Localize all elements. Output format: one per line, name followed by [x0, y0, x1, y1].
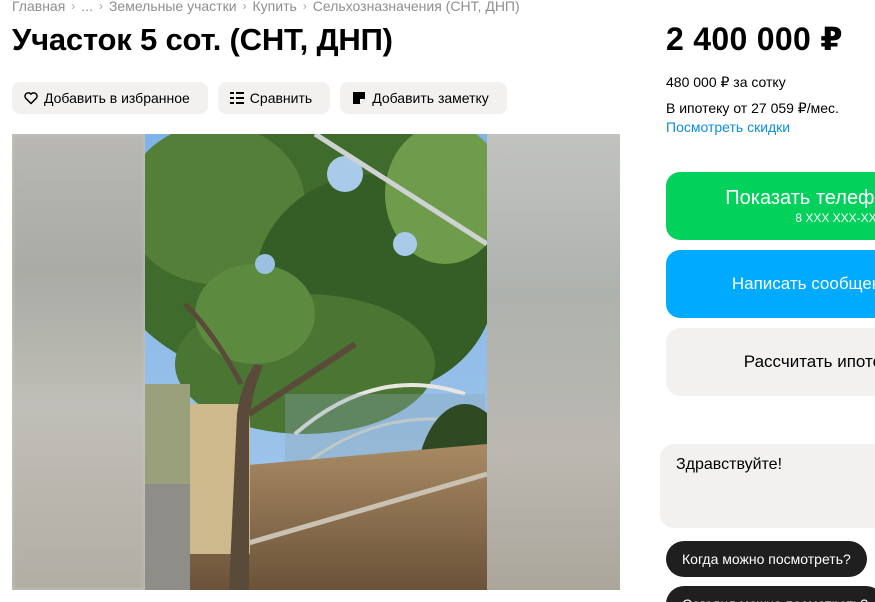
compare-icon — [229, 91, 244, 105]
breadcrumb-item-buy[interactable]: Купить — [253, 0, 297, 14]
phone-masked: 8 XXX XXX-XX-XX — [795, 211, 875, 225]
price: 2 400 000 ₽ — [666, 21, 843, 57]
price-per-unit: 480 000 ₽ за сотку — [666, 74, 786, 90]
page-title: Участок 5 сот. (СНТ, ДНП) — [12, 22, 393, 57]
breadcrumb: Главная › ... › Земельные участки › Купи… — [12, 0, 520, 14]
breadcrumb-separator: › — [302, 0, 307, 13]
compare-button[interactable]: Сравнить — [217, 82, 331, 114]
write-message-label: Написать сообщение — [731, 274, 875, 293]
compare-label: Сравнить — [249, 90, 313, 106]
mortgage-payment: В ипотеку от 27 059 ₽/мес. — [666, 100, 839, 116]
gallery-blur-left — [12, 134, 145, 590]
photo-gallery[interactable] — [12, 134, 620, 590]
gallery-blur-right — [487, 134, 620, 590]
add-to-favorites-label: Добавить в избранное — [44, 90, 190, 106]
show-phone-button[interactable]: Показать телефон 8 XXX XXX-XX-XX — [666, 172, 875, 240]
quick-reply-chip[interactable]: Сегодня можно посмотреть? — [666, 586, 875, 602]
calculate-mortgage-label: Рассчитать ипотеку — [743, 352, 875, 371]
quick-reply-chip[interactable]: Когда можно посмотреть? — [666, 541, 867, 577]
show-phone-label: Показать телефон — [725, 187, 875, 209]
listing-actions: Добавить в избранное Сравнить Добавить з… — [12, 82, 507, 114]
note-icon — [352, 91, 366, 105]
calculate-mortgage-button[interactable]: Рассчитать ипотеку — [666, 328, 875, 396]
listing-page: Главная › ... › Земельные участки › Купи… — [0, 0, 875, 602]
message-input[interactable]: Здравствуйте! — [660, 444, 875, 528]
add-to-favorites-button[interactable]: Добавить в избранное — [12, 82, 208, 114]
breadcrumb-item-home[interactable]: Главная — [12, 0, 65, 14]
breadcrumb-separator: › — [71, 0, 76, 13]
add-note-button[interactable]: Добавить заметку — [340, 82, 507, 114]
breadcrumb-item-more[interactable]: ... — [81, 0, 93, 14]
breadcrumb-separator: › — [98, 0, 103, 13]
breadcrumb-item-category[interactable]: Сельхозназначения (СНТ, ДНП) — [313, 0, 520, 14]
listing-photo[interactable] — [145, 134, 487, 590]
breadcrumb-separator: › — [242, 0, 247, 13]
write-message-button[interactable]: Написать сообщение — [666, 250, 875, 318]
view-discounts-link[interactable]: Посмотреть скидки — [666, 119, 790, 135]
breadcrumb-item-land[interactable]: Земельные участки — [109, 0, 237, 14]
add-note-label: Добавить заметку — [372, 90, 489, 106]
heart-icon — [24, 91, 38, 105]
